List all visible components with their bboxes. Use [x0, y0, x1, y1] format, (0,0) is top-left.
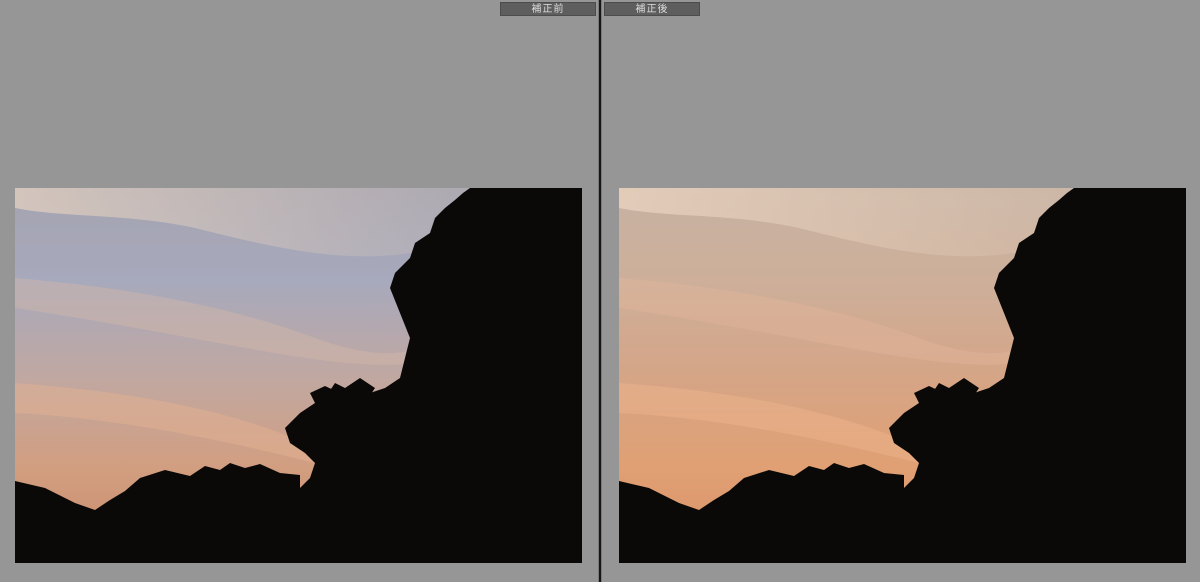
before-pane[interactable]: 補正前 — [0, 0, 598, 582]
before-after-compare-view: 補正前 補正後 — [0, 0, 1200, 582]
after-pane[interactable]: 補正後 — [602, 0, 1200, 582]
before-label: 補正前 — [500, 2, 596, 16]
after-photo[interactable] — [619, 188, 1186, 563]
before-photo[interactable] — [15, 188, 582, 563]
after-label: 補正後 — [604, 2, 700, 16]
